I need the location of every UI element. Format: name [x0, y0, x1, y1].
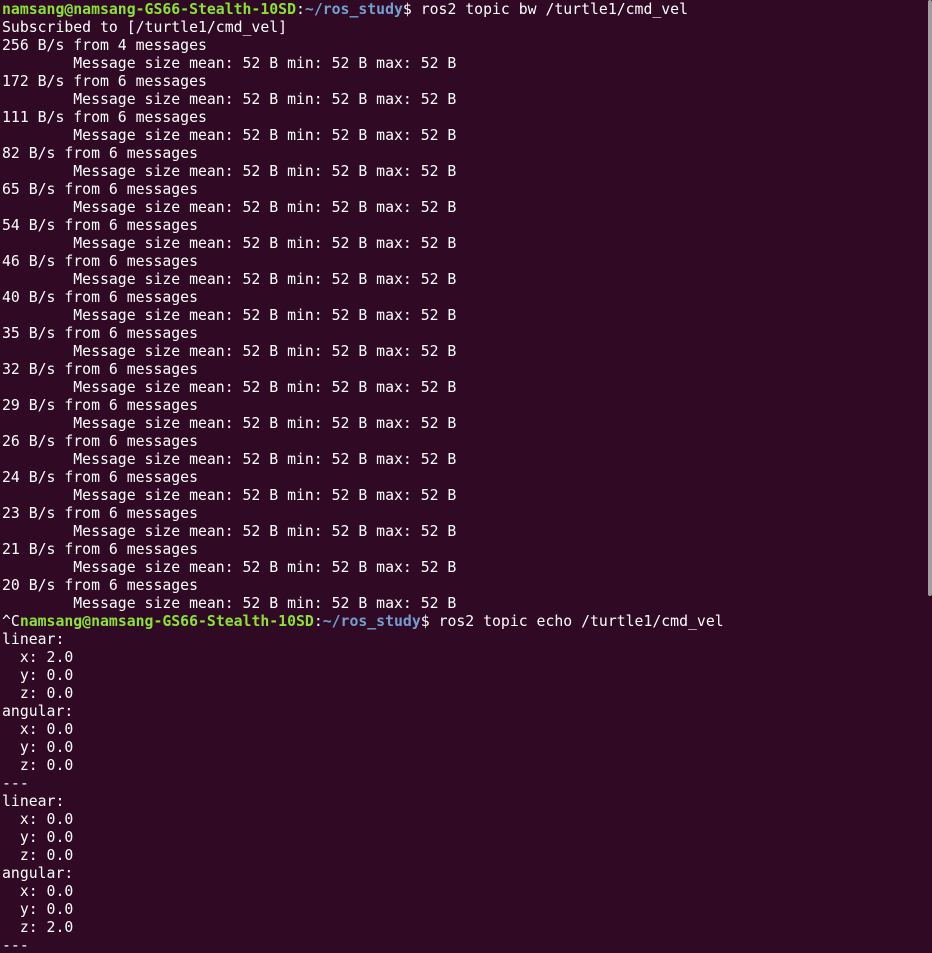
bw-rate-line: 82 B/s from 6 messages: [2, 145, 198, 162]
bw-rate-line: 35 B/s from 6 messages: [2, 325, 198, 342]
echo-line: z: 0.0: [2, 685, 74, 702]
message-size-line: Message size mean: 52 B min: 52 B max: 5…: [2, 523, 457, 540]
echo-line: y: 0.0: [2, 829, 74, 846]
message-size-line: Message size mean: 52 B min: 52 B max: 5…: [2, 595, 457, 612]
prompt-line: ^Cnamsang@namsang-GS66-Stealth-10SD:~/ro…: [2, 613, 724, 630]
prompt-symbol: $: [420, 613, 430, 630]
echo-line: y: 0.0: [2, 739, 74, 756]
message-size-line: Message size mean: 52 B min: 52 B max: 5…: [2, 127, 457, 144]
terminal-window[interactable]: namsang@namsang-GS66-Stealth-10SD:~/ros_…: [0, 0, 932, 953]
bw-rate-line: 172 B/s from 6 messages: [2, 73, 207, 90]
bw-rate-line: 40 B/s from 6 messages: [2, 289, 198, 306]
message-size-line: Message size mean: 52 B min: 52 B max: 5…: [2, 451, 457, 468]
echo-line: linear:: [2, 793, 65, 810]
echo-line: linear:: [2, 631, 65, 648]
message-size-line: Message size mean: 52 B min: 52 B max: 5…: [2, 271, 457, 288]
prompt-user-host: namsang@namsang-GS66-Stealth-10SD: [19, 613, 314, 630]
message-size-line: Message size mean: 52 B min: 52 B max: 5…: [2, 55, 457, 72]
echo-line: z: 0.0: [2, 757, 74, 774]
bw-rate-line: 256 B/s from 4 messages: [2, 37, 207, 54]
message-size-line: Message size mean: 52 B min: 52 B max: 5…: [2, 343, 457, 360]
echo-line: x: 0.0: [2, 721, 74, 738]
command-text: ros2 topic echo /turtle1/cmd_vel: [429, 613, 724, 630]
message-size-line: Message size mean: 52 B min: 52 B max: 5…: [2, 379, 457, 396]
echo-line: x: 0.0: [2, 883, 74, 900]
bw-rate-line: 23 B/s from 6 messages: [2, 505, 198, 522]
echo-line: z: 2.0: [2, 919, 74, 936]
echo-line: x: 0.0: [2, 811, 74, 828]
bw-rate-line: 111 B/s from 6 messages: [2, 109, 207, 126]
bw-rate-line: 54 B/s from 6 messages: [2, 217, 198, 234]
bw-rate-line: 20 B/s from 6 messages: [2, 577, 198, 594]
bw-rate-line: 29 B/s from 6 messages: [2, 397, 198, 414]
echo-line: y: 0.0: [2, 901, 74, 918]
message-size-line: Message size mean: 52 B min: 52 B max: 5…: [2, 91, 457, 108]
echo-line: angular:: [2, 703, 74, 720]
scrollbar-thumb[interactable]: [928, 0, 932, 596]
prompt-symbol: $: [402, 1, 412, 18]
message-size-line: Message size mean: 52 B min: 52 B max: 5…: [2, 559, 457, 576]
echo-line: angular:: [2, 865, 74, 882]
message-size-line: Message size mean: 52 B min: 52 B max: 5…: [2, 307, 457, 324]
bw-rate-line: 24 B/s from 6 messages: [2, 469, 198, 486]
prompt-user-host: namsang@namsang-GS66-Stealth-10SD: [2, 1, 296, 18]
terminal-output: namsang@namsang-GS66-Stealth-10SD:~/ros_…: [2, 1, 926, 953]
scrollbar[interactable]: [928, 0, 932, 953]
message-size-line: Message size mean: 52 B min: 52 B max: 5…: [2, 235, 457, 252]
bw-rate-line: 26 B/s from 6 messages: [2, 433, 198, 450]
echo-line: z: 0.0: [2, 847, 74, 864]
prompt-path: ~/ros_study: [322, 613, 421, 630]
echo-line: y: 0.0: [2, 667, 74, 684]
echo-separator: ---: [2, 775, 29, 792]
echo-separator: ---: [2, 937, 29, 953]
interrupt-text: ^C: [2, 613, 20, 630]
echo-line: x: 2.0: [2, 649, 74, 666]
message-size-line: Message size mean: 52 B min: 52 B max: 5…: [2, 415, 457, 432]
prompt-line: namsang@namsang-GS66-Stealth-10SD:~/ros_…: [2, 1, 688, 18]
command-text: ros2 topic bw /turtle1/cmd_vel: [411, 1, 688, 18]
bw-rate-line: 32 B/s from 6 messages: [2, 361, 198, 378]
message-size-line: Message size mean: 52 B min: 52 B max: 5…: [2, 163, 457, 180]
bw-rate-line: 21 B/s from 6 messages: [2, 541, 198, 558]
output-line: Subscribed to [/turtle1/cmd_vel]: [2, 19, 288, 36]
bw-rate-line: 46 B/s from 6 messages: [2, 253, 198, 270]
message-size-line: Message size mean: 52 B min: 52 B max: 5…: [2, 199, 457, 216]
message-size-line: Message size mean: 52 B min: 52 B max: 5…: [2, 487, 457, 504]
bw-rate-line: 65 B/s from 6 messages: [2, 181, 198, 198]
prompt-path: ~/ros_study: [304, 1, 403, 18]
